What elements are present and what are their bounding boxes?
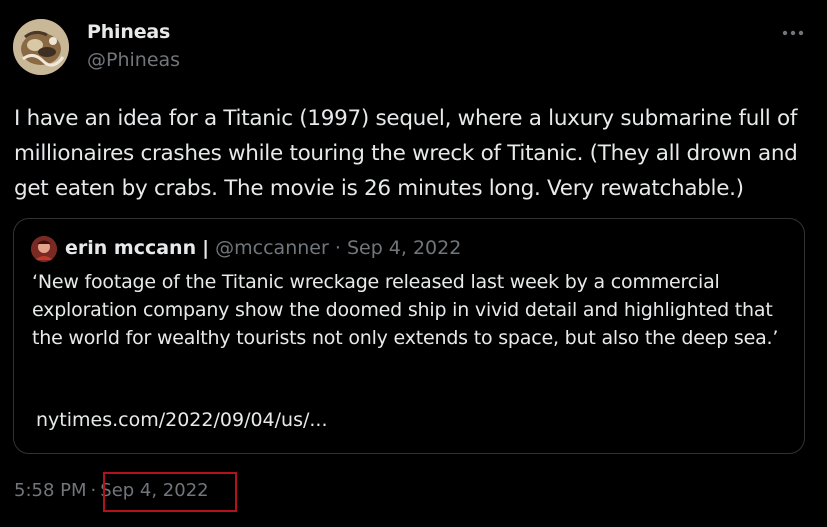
quoted-author-avatar[interactable] bbox=[31, 236, 57, 262]
author-avatar[interactable] bbox=[13, 19, 69, 75]
tweet-time[interactable]: 5:58 PM bbox=[14, 480, 87, 501]
quoted-tweet-date[interactable]: Sep 4, 2022 bbox=[347, 237, 461, 259]
timestamp-separator: · bbox=[90, 480, 97, 501]
tweet: Phineas @Phineas I have an idea for a Ti… bbox=[0, 0, 827, 527]
date-highlight-box bbox=[103, 472, 237, 512]
quoted-author-handle[interactable]: @mccanner bbox=[215, 237, 329, 259]
quoted-tweet-link[interactable]: nytimes.com/2022/09/04/us/... bbox=[36, 409, 328, 431]
more-horizontal-icon bbox=[782, 30, 804, 36]
quoted-tweet-header: erin mccann | @mccanner · Sep 4, 2022 bbox=[65, 237, 461, 259]
quoted-name-separator: | bbox=[202, 237, 210, 259]
author-name[interactable]: Phineas bbox=[87, 21, 170, 43]
more-options-button[interactable] bbox=[778, 20, 808, 46]
author-handle[interactable]: @Phineas bbox=[87, 49, 180, 71]
tweet-text: I have an idea for a Titanic (1997) sequ… bbox=[14, 106, 798, 201]
quoted-tweet-card[interactable]: erin mccann | @mccanner · Sep 4, 2022 ‘N… bbox=[13, 218, 805, 454]
quoted-meta-dot: · bbox=[334, 237, 341, 259]
quoted-tweet-text: ‘New footage of the Titanic wreckage rel… bbox=[32, 271, 779, 349]
quoted-author-name[interactable]: erin mccann bbox=[65, 237, 196, 259]
